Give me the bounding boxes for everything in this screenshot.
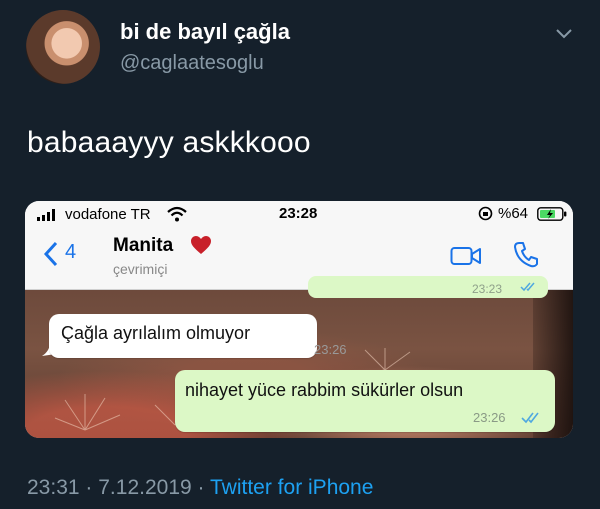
tweet-metadata: 23:31 · 7.12.2019 · Twitter for iPhone xyxy=(27,476,373,500)
user-handle[interactable]: @caglaatesoglu xyxy=(120,52,264,75)
contact-name[interactable]: Manita xyxy=(113,235,173,257)
contact-status: çevrimiçi xyxy=(113,261,168,277)
unread-count: 4 xyxy=(65,241,77,263)
message-bubble-outgoing[interactable] xyxy=(308,276,548,298)
video-call-icon[interactable] xyxy=(450,245,482,267)
message-time: 23:23 xyxy=(472,282,503,296)
wifi-icon xyxy=(167,206,187,222)
status-time: 23:28 xyxy=(279,205,318,222)
message-text: Çağla ayrılalım olmuyor xyxy=(61,323,251,343)
battery-icon xyxy=(537,207,567,221)
chevron-down-icon[interactable] xyxy=(555,28,573,40)
phone-call-icon[interactable] xyxy=(513,241,539,269)
status-bar: vodafone TR 23:28 %64 xyxy=(25,201,573,227)
battery-percent: %64 xyxy=(498,205,529,222)
message-text: nihayet yüce rabbim sükürler olsun xyxy=(185,380,464,400)
message-bubble-outgoing[interactable]: nihayet yüce rabbim sükürler olsun 23:26 xyxy=(175,370,555,432)
read-ticks-icon xyxy=(521,412,539,424)
message-time: 23:26 xyxy=(473,410,506,425)
heart-icon xyxy=(191,236,211,254)
separator: · xyxy=(197,476,205,499)
signal-icon xyxy=(37,209,55,221)
avatar[interactable] xyxy=(26,10,100,84)
carrier-label: vodafone TR xyxy=(65,206,151,223)
back-button[interactable]: 4 xyxy=(43,239,103,269)
message-bubble-incoming[interactable]: Çağla ayrılalım olmuyor 23:26 xyxy=(49,314,347,358)
attached-screenshot[interactable]: vodafone TR 23:28 %64 4 Manita çevrimiçi… xyxy=(25,201,573,438)
read-ticks-icon xyxy=(520,282,535,292)
tweet-text: babaaayyy askkkooo xyxy=(27,126,311,159)
display-name[interactable]: bi de bayıl çağla xyxy=(120,19,290,45)
chat-area: 23:23 Çağla ayrılalım olmuyor 23:26 niha… xyxy=(25,276,573,438)
tweet-client-link[interactable]: Twitter for iPhone xyxy=(210,476,373,499)
message-time: 23:26 xyxy=(314,342,347,357)
tweet-date[interactable]: 7.12.2019 xyxy=(98,476,191,499)
lock-rotation-icon xyxy=(478,206,493,221)
back-chevron-icon xyxy=(43,241,58,267)
separator: · xyxy=(85,476,93,499)
tweet-time[interactable]: 23:31 xyxy=(27,476,80,499)
